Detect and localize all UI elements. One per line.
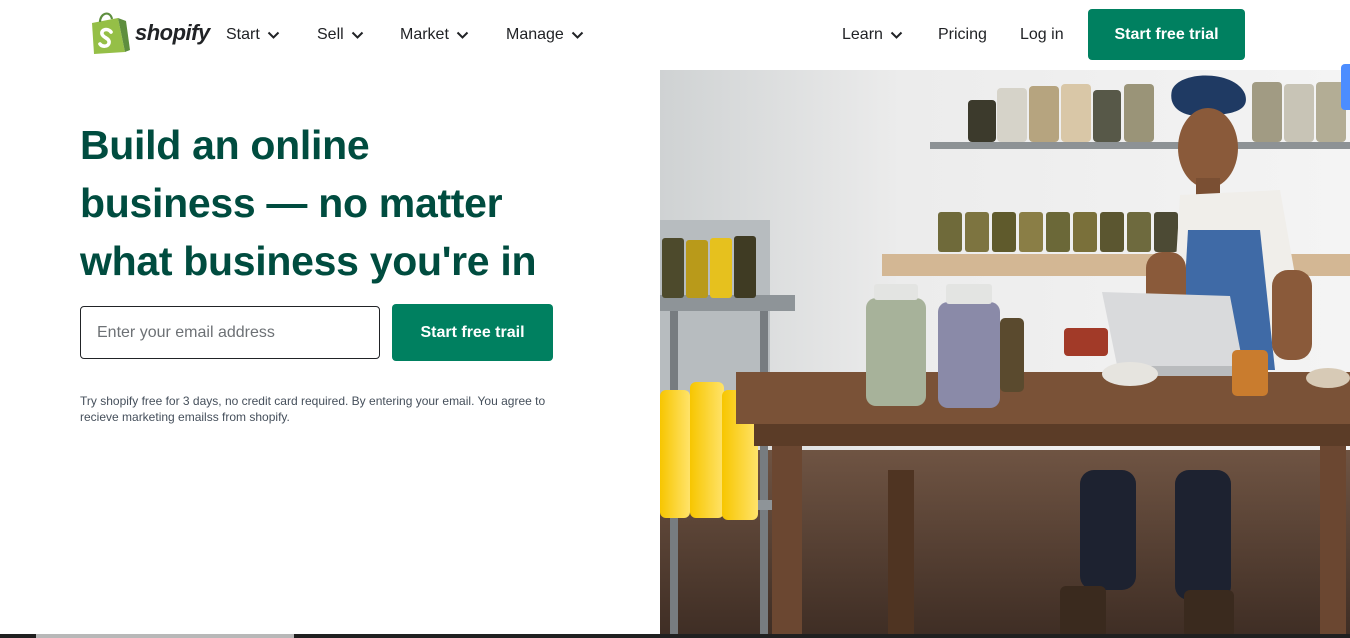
nav-manage[interactable]: Manage	[506, 24, 584, 46]
nav-learn[interactable]: Learn	[842, 24, 903, 46]
nav-market[interactable]: Market	[400, 24, 469, 46]
shopping-bag-icon	[92, 12, 130, 54]
chevron-down-icon	[571, 31, 584, 39]
chevron-down-icon	[456, 31, 469, 39]
chevron-down-icon	[351, 31, 363, 39]
headline-line-2: business — no matter	[80, 180, 503, 226]
nav-start-label: Start	[226, 26, 260, 43]
chevron-down-icon	[267, 31, 280, 39]
nav-manage-label: Manage	[506, 26, 564, 43]
nav-login-link[interactable]: Log in	[1020, 24, 1064, 46]
email-input[interactable]	[80, 306, 380, 359]
hero-image	[660, 70, 1350, 638]
hero-headline: Build an online business — no matter wha…	[80, 116, 600, 290]
scroll-indicator	[1341, 64, 1350, 110]
page: shopify Start Sell Market Manage Learn P…	[0, 0, 1350, 638]
nav-pricing-link[interactable]: Pricing	[938, 24, 987, 46]
trial-disclaimer: Try shopify free for 3 days, no credit c…	[80, 394, 546, 424]
shopify-logo[interactable]: shopify	[88, 10, 210, 55]
start-free-trail-button[interactable]: Start free trail	[392, 304, 553, 361]
top-navigation: shopify Start Sell Market Manage Learn P…	[0, 0, 1350, 70]
nav-sell-label: Sell	[317, 26, 344, 43]
middle-shelf-jars	[938, 212, 1178, 252]
workshop-illustration	[660, 70, 1350, 638]
chevron-down-icon	[890, 31, 903, 39]
logo-wordmark: shopify	[135, 19, 210, 45]
headline-line-3: what business you're in	[80, 238, 537, 284]
start-free-trial-button[interactable]: Start free trial	[1088, 9, 1245, 60]
scrollbar-thumb[interactable]	[36, 634, 294, 638]
headline-line-1: Build an online	[80, 122, 370, 168]
nav-start[interactable]: Start	[226, 24, 280, 46]
nav-learn-label: Learn	[842, 26, 883, 43]
nav-sell[interactable]: Sell	[317, 24, 364, 46]
horizontal-scrollbar[interactable]	[0, 634, 1350, 638]
nav-market-label: Market	[400, 26, 449, 43]
